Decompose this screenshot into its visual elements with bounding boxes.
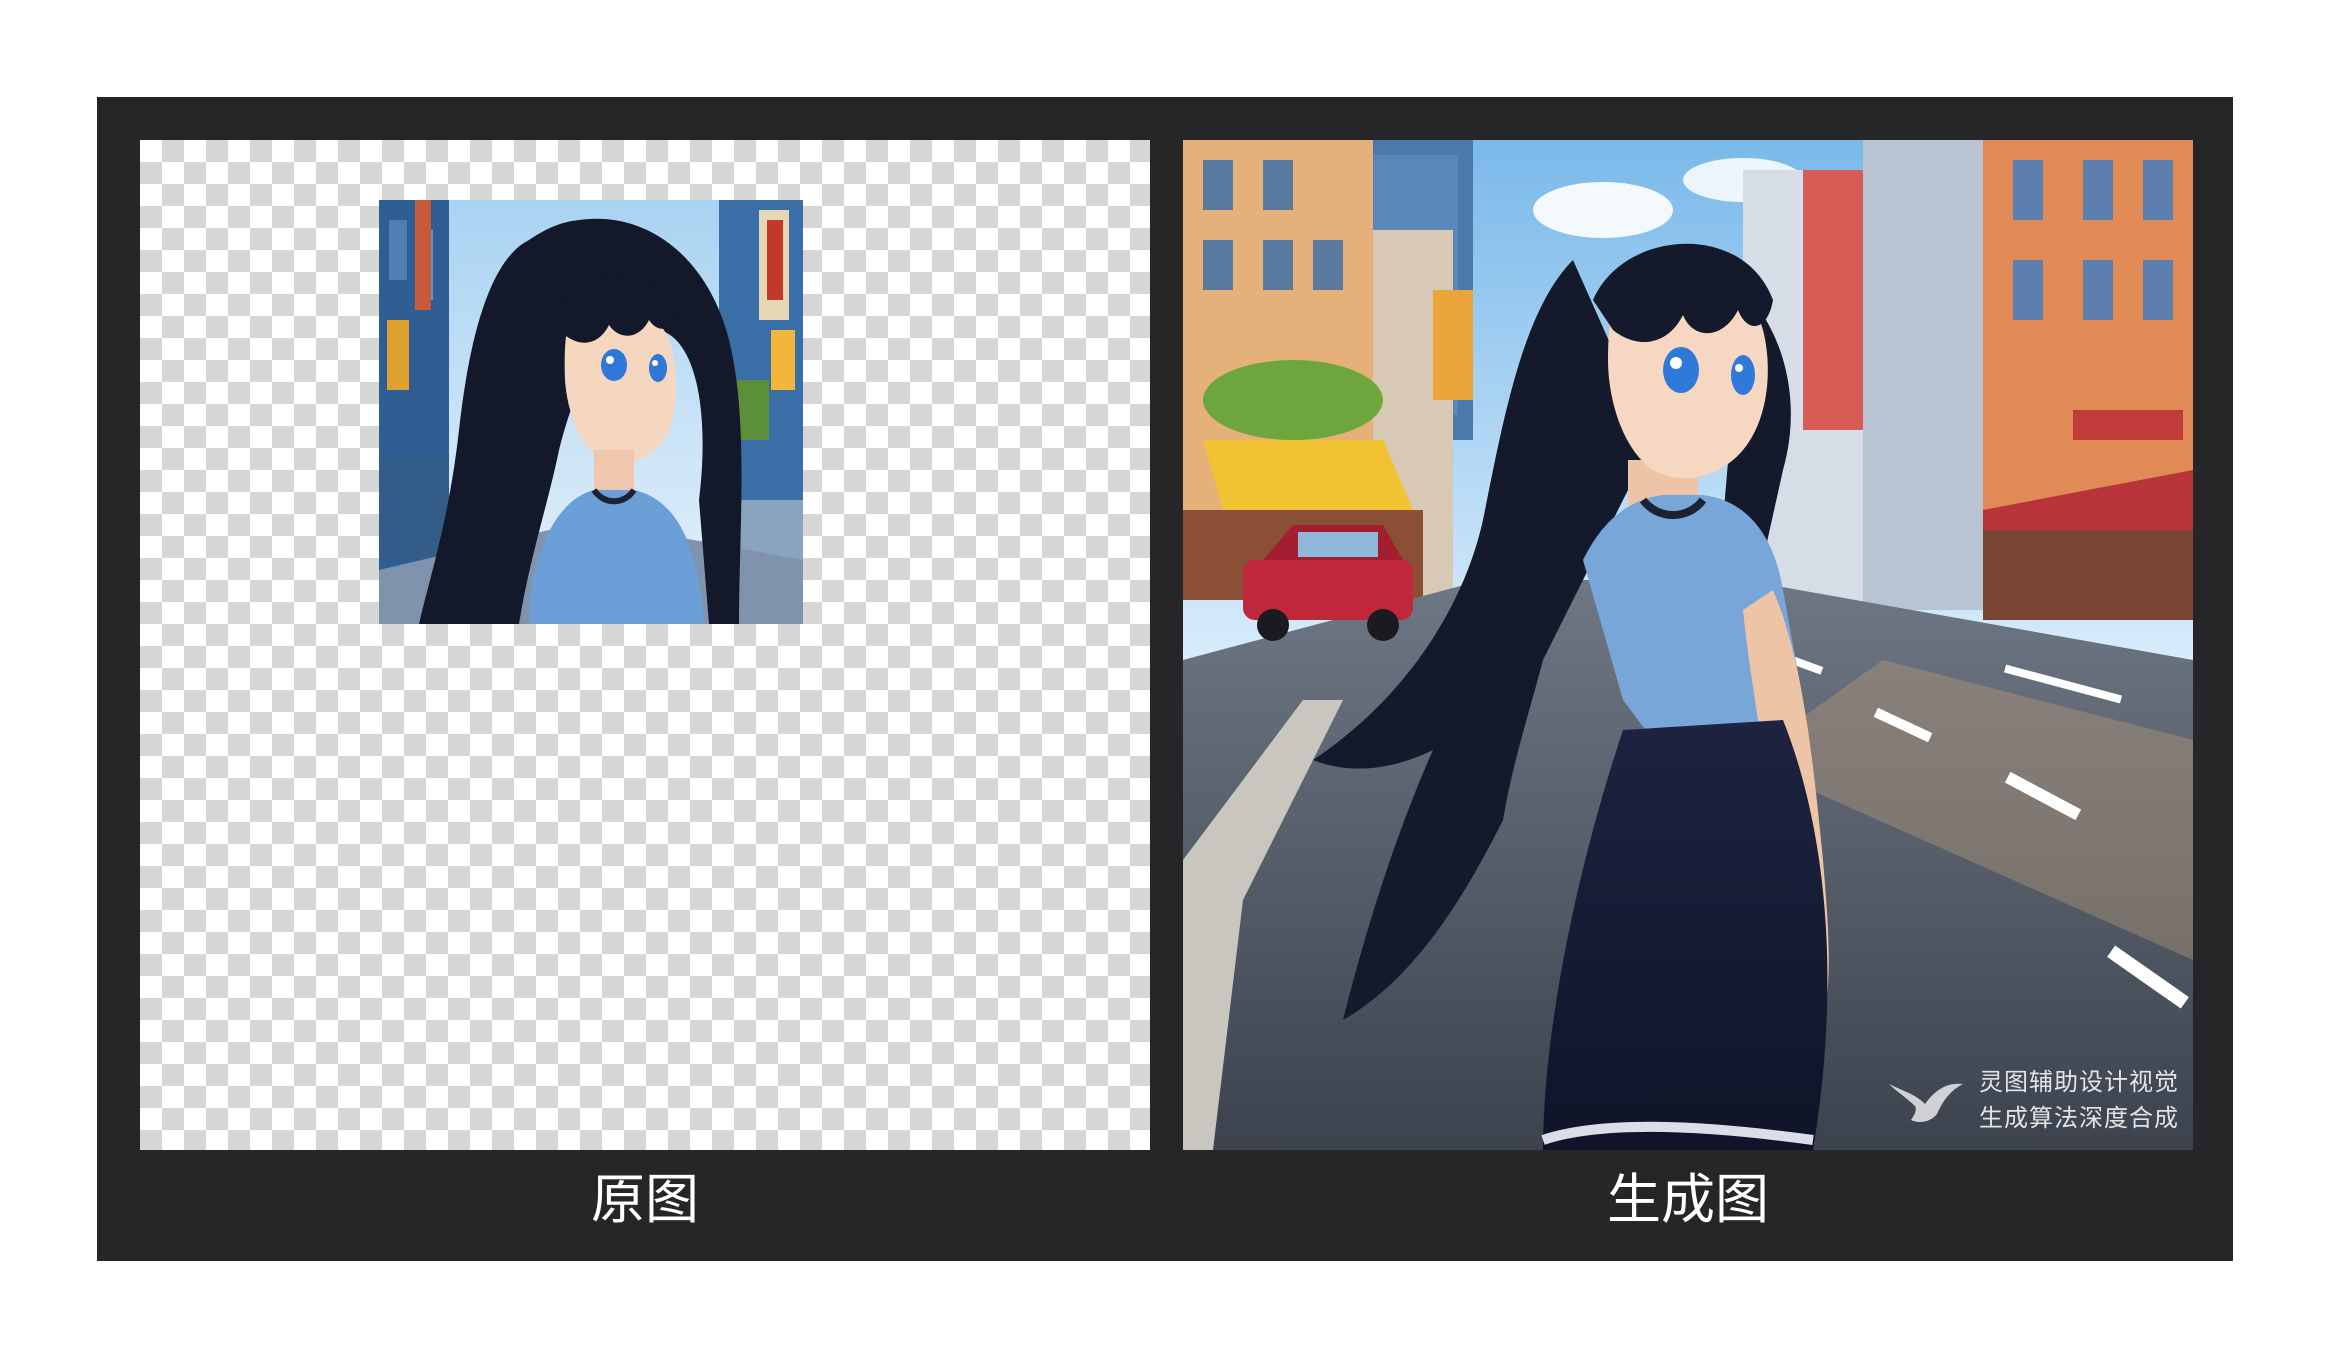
watermark: 灵图辅助设计视觉 生成算法深度合成 bbox=[1885, 1064, 2179, 1136]
watermark-line-2: 生成算法深度合成 bbox=[1979, 1104, 2179, 1132]
original-caption: 原图 bbox=[591, 1168, 699, 1231]
original-panel bbox=[140, 140, 1150, 1150]
watermark-line-1: 灵图辅助设计视觉 bbox=[1979, 1068, 2179, 1096]
bird-logo-icon bbox=[1889, 1083, 1963, 1122]
generated-image bbox=[1183, 140, 2193, 1150]
generated-caption: 生成图 bbox=[1607, 1168, 1769, 1231]
original-image bbox=[379, 200, 803, 624]
generated-panel: 灵图辅助设计视觉 生成算法深度合成 bbox=[1183, 140, 2193, 1150]
comparison-frame: 灵图辅助设计视觉 生成算法深度合成 原图 生成图 bbox=[97, 97, 2233, 1261]
original-image-art bbox=[379, 200, 803, 624]
